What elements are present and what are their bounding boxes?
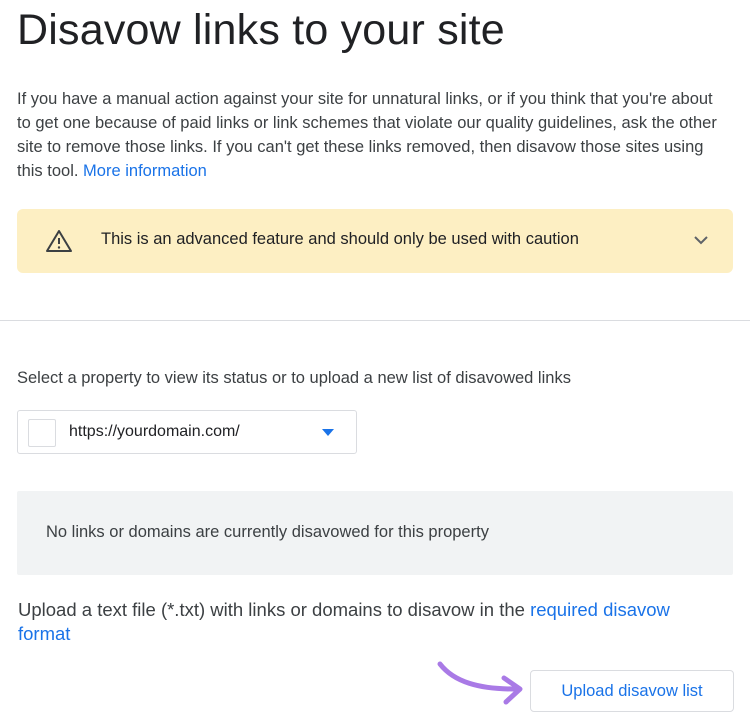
upload-note-text: Upload a text file (*.txt) with links or…: [18, 599, 525, 620]
chevron-down-icon[interactable]: [693, 232, 709, 248]
property-selected-value: https://yourdomain.com/: [69, 423, 240, 440]
upload-disavow-list-button[interactable]: Upload disavow list: [530, 670, 734, 712]
caution-text: This is an advanced feature and should o…: [101, 230, 579, 248]
section-divider: [0, 320, 750, 321]
caution-banner[interactable]: This is an advanced feature and should o…: [17, 209, 733, 273]
page-title: Disavow links to your site: [17, 6, 505, 54]
warning-triangle-icon: [46, 230, 72, 252]
upload-instructions: Upload a text file (*.txt) with links or…: [18, 598, 718, 646]
property-dropdown[interactable]: https://yourdomain.com/: [17, 410, 357, 454]
annotation-arrow-icon: [437, 661, 523, 705]
dropdown-caret-icon[interactable]: [322, 429, 334, 436]
site-favicon: [28, 419, 56, 447]
status-message: No links or domains are currently disavo…: [46, 523, 489, 541]
property-select-label: Select a property to view its status or …: [17, 369, 571, 387]
intro-paragraph: If you have a manual action against your…: [17, 87, 717, 183]
disavow-status-panel: No links or domains are currently disavo…: [17, 491, 733, 575]
more-information-link[interactable]: More information: [83, 162, 207, 180]
